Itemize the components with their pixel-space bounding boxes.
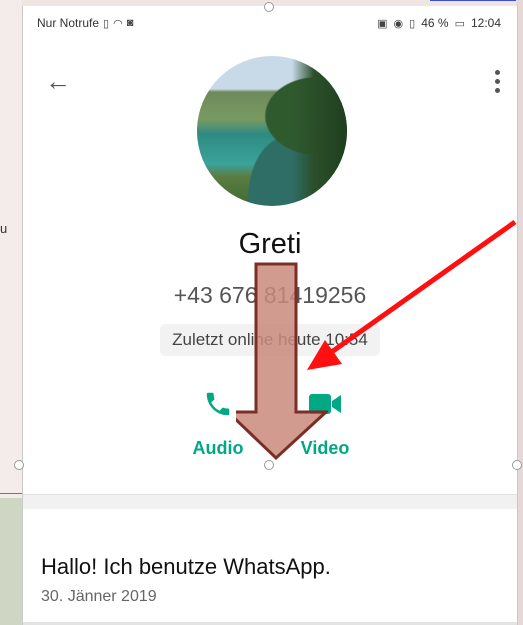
carrier-text: Nur Notrufe [37, 16, 100, 30]
battery-icon: ▭ [454, 17, 465, 30]
avatar[interactable] [197, 56, 347, 206]
screen-record-icon: ◙ [126, 17, 134, 29]
eye-comfort-icon: ◉ [393, 17, 404, 30]
video-call-button[interactable]: Video [275, 384, 375, 459]
nfc-icon: ▣ [377, 17, 388, 30]
video-label: Video [300, 438, 350, 458]
background-left-text: u [0, 221, 8, 236]
back-arrow-icon[interactable]: ← [45, 61, 71, 101]
battery-percent: 46 % [421, 16, 449, 30]
background-divider [0, 493, 22, 494]
last-seen-badge: Zuletzt online heute 10:54 [160, 324, 380, 356]
resize-handle-center[interactable] [264, 460, 274, 470]
about-date: 30. Jänner 2019 [41, 588, 157, 605]
call-actions: Audio Video [23, 384, 517, 464]
phone-icon [168, 384, 268, 424]
video-camera-icon [275, 384, 375, 424]
resize-handle-left[interactable] [14, 460, 24, 470]
phone-screen: Nur Notrufe ▯ ◠ ◙ ▣ ◉ ▯ 46 % ▭ 12:04 ← G… [22, 6, 518, 625]
contact-phone: +43 676 81419256 [173, 282, 367, 308]
sim-icon: ▯ [103, 17, 110, 30]
audio-label: Audio [192, 438, 244, 458]
background-top-line [430, 0, 523, 1]
vibrate-icon: ▯ [409, 17, 416, 30]
about-section[interactable]: Hallo! Ich benutze WhatsApp. 30. Jänner … [41, 554, 331, 606]
wifi-icon: ◠ [113, 17, 123, 30]
background-left-image [0, 498, 22, 625]
audio-call-button[interactable]: Audio [168, 384, 268, 459]
contact-name: Greti [238, 228, 302, 260]
more-vertical-icon[interactable] [493, 63, 501, 99]
clock: 12:04 [470, 16, 501, 30]
about-text: Hallo! Ich benutze WhatsApp. [41, 554, 331, 579]
section-divider [23, 494, 517, 509]
resize-handle-top[interactable] [264, 2, 274, 12]
resize-handle-right[interactable] [512, 460, 522, 470]
